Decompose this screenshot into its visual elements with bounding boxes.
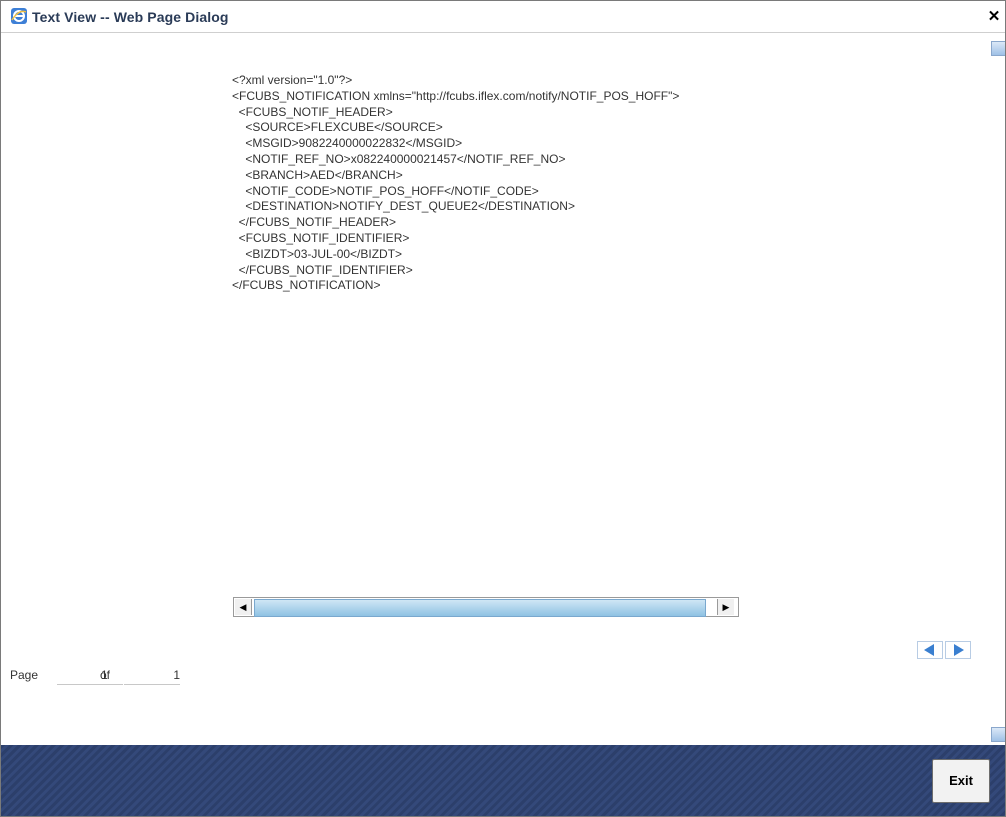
scroll-left-icon[interactable]: ◀ — [235, 599, 252, 615]
xml-line: <NOTIF_REF_NO>x082240000021457</NOTIF_RE… — [232, 151, 566, 166]
horizontal-scrollbar[interactable]: ◀ ▶ — [233, 597, 739, 617]
window-title: Text View -- Web Page Dialog — [32, 9, 229, 25]
xml-line: <BRANCH>AED</BRANCH> — [232, 167, 403, 182]
pager-arrows — [917, 641, 975, 659]
xml-line: </FCUBS_NOTIF_HEADER> — [232, 215, 397, 230]
page-indicator: Page 1 of 1 — [10, 668, 180, 686]
xml-line: <DESTINATION>NOTIFY_DEST_QUEUE2</DESTINA… — [232, 199, 575, 214]
scrollbar-thumb[interactable] — [254, 599, 706, 617]
xml-line: <BIZDT>03-JUL-00</BIZDT> — [232, 246, 403, 261]
xml-line: <FCUBS_NOTIFICATION xmlns="http://fcubs.… — [232, 88, 680, 103]
xml-content: <?xml version="1.0"?> <FCUBS_NOTIFICATIO… — [232, 73, 792, 343]
vertical-scrollbar[interactable] — [989, 33, 1005, 745]
xml-line: <MSGID>9082240000022832</MSGID> — [232, 136, 463, 151]
arrow-left-icon[interactable] — [917, 641, 943, 659]
text-view-dialog: Text View -- Web Page Dialog ✕ <?xml ver… — [0, 0, 1006, 817]
footer-bar: Exit — [1, 745, 1005, 816]
title-bar: Text View -- Web Page Dialog ✕ — [1, 1, 1005, 33]
xml-line: </FCUBS_NOTIF_IDENTIFIER> — [232, 262, 413, 277]
page-label: Page — [10, 668, 39, 682]
xml-line: <FCUBS_NOTIF_IDENTIFIER> — [232, 230, 410, 245]
xml-line: <NOTIF_CODE>NOTIF_POS_HOFF</NOTIF_CODE> — [232, 183, 539, 198]
scroll-up-icon[interactable] — [991, 41, 1005, 56]
scroll-right-icon[interactable]: ▶ — [717, 599, 734, 615]
exit-button[interactable]: Exit — [932, 759, 990, 803]
xml-line: <?xml version="1.0"?> — [232, 73, 353, 87]
xml-line: </FCUBS_NOTIFICATION> — [232, 278, 381, 293]
xml-line: <SOURCE>FLEXCUBE</SOURCE> — [232, 120, 443, 135]
of-label: of — [100, 668, 111, 682]
xml-line: <FCUBS_NOTIF_HEADER> — [232, 104, 393, 119]
close-icon[interactable]: ✕ — [987, 9, 1001, 24]
arrow-right-icon[interactable] — [945, 641, 971, 659]
total-pages-field: 1 — [124, 668, 180, 685]
ie-icon — [10, 7, 28, 25]
scroll-down-icon[interactable] — [991, 727, 1005, 742]
total-pages-value: 1 — [173, 668, 180, 682]
